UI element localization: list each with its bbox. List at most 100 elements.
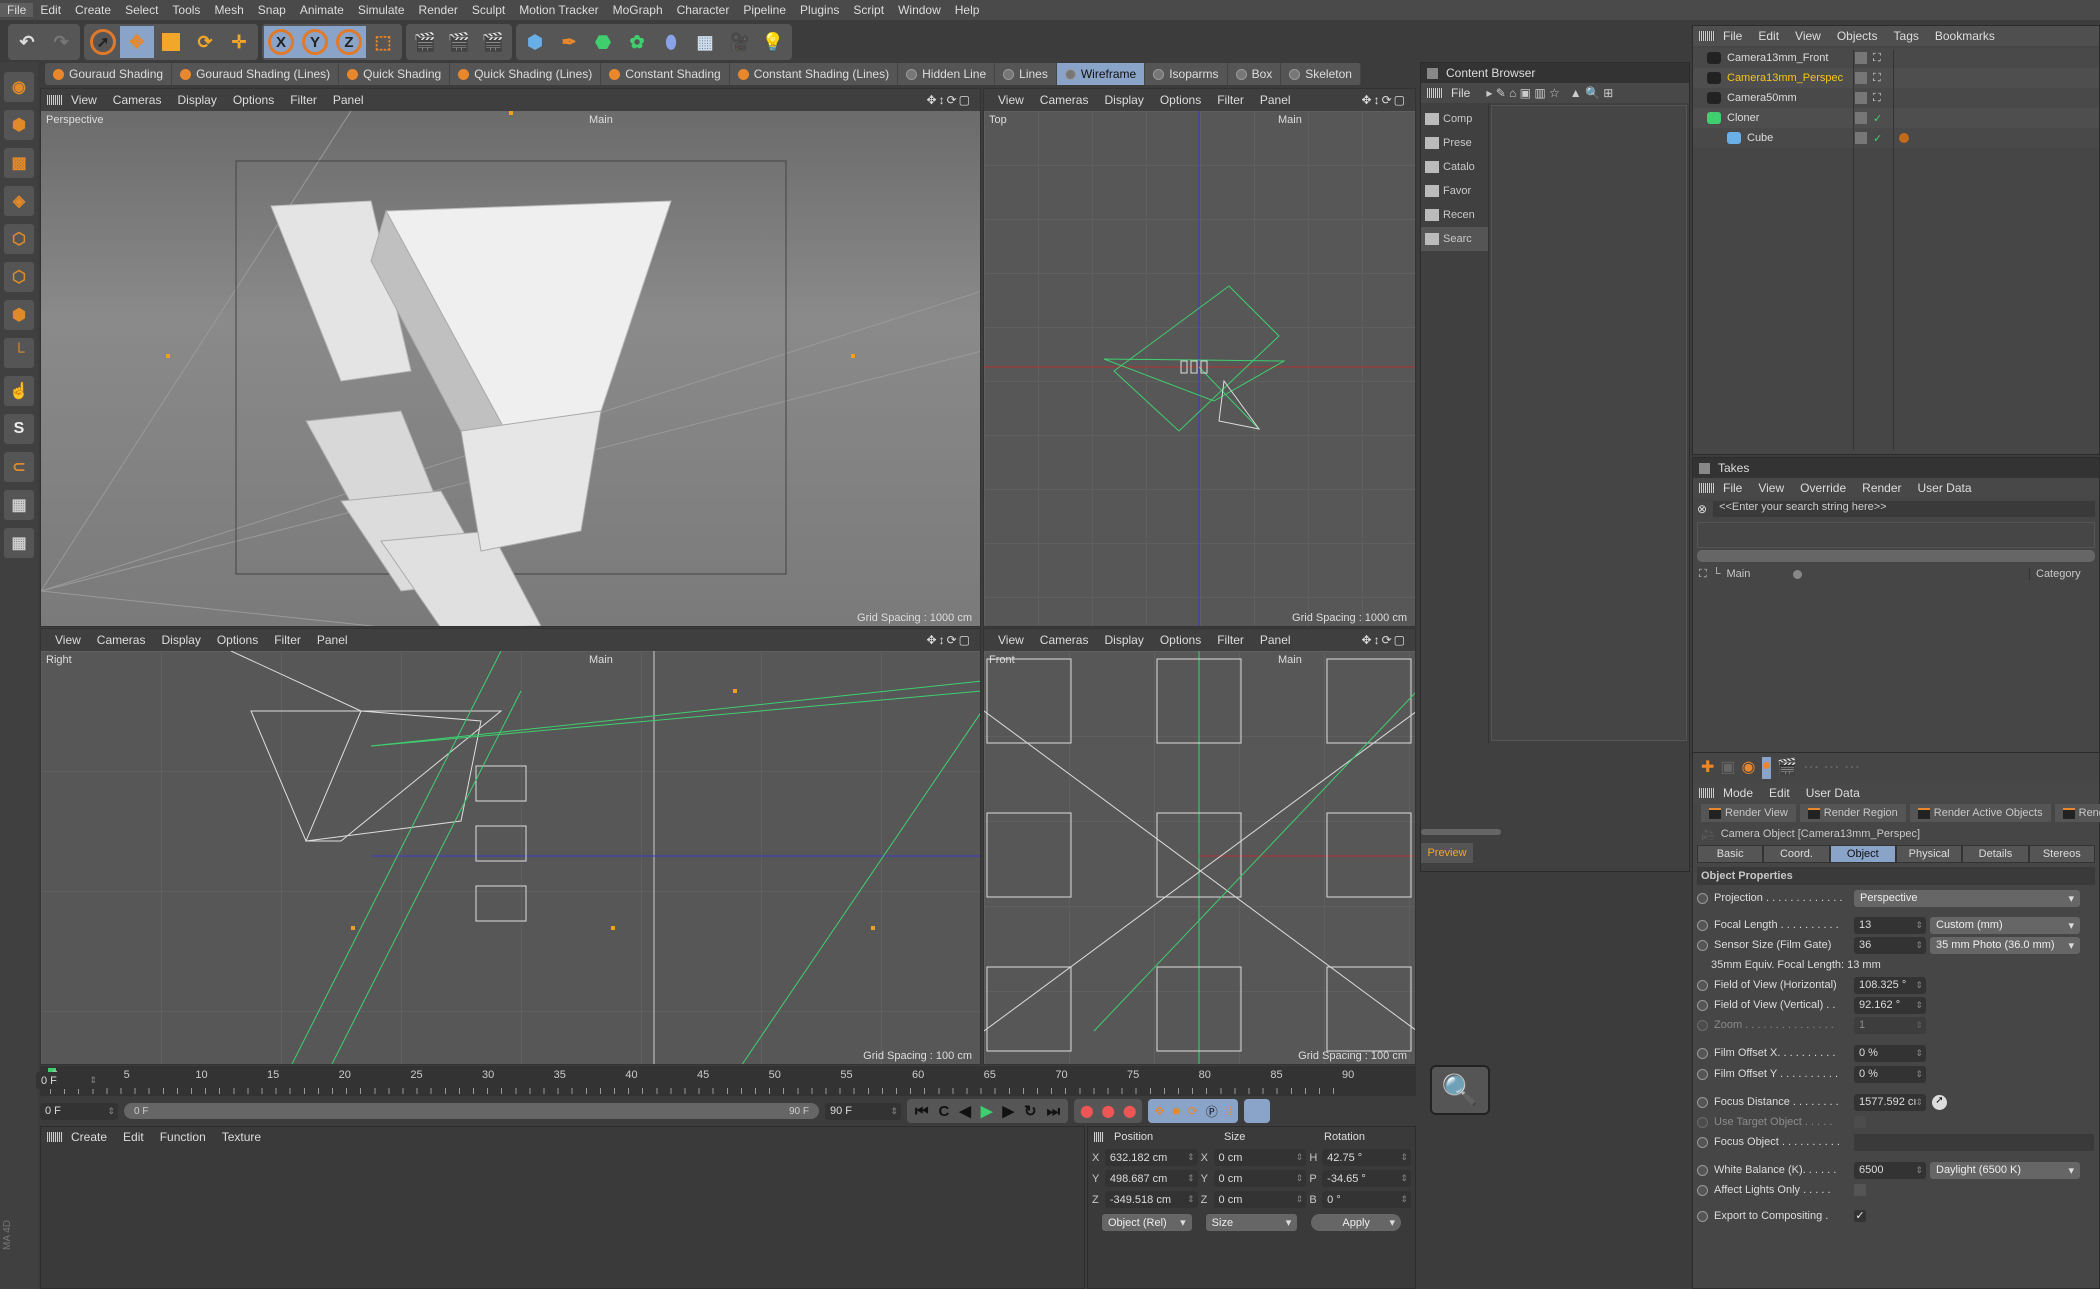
shading-wireframe[interactable]: Wireframe <box>1056 63 1146 85</box>
menu-mograph[interactable]: MoGraph <box>606 3 670 17</box>
undo-icon[interactable]: ↶ <box>10 26 44 58</box>
size-field[interactable]: 0 cm <box>1213 1149 1307 1166</box>
viewport-front[interactable]: View Cameras Display Options Filter Panel ✥↕⟳▢… <box>983 628 1416 1065</box>
fov-vertical-field[interactable]: 92.162 ° <box>1854 996 1926 1014</box>
animate-radio[interactable] <box>1697 1096 1708 1108</box>
render-view-icon[interactable]: 🎬 <box>408 26 442 58</box>
menu-display[interactable]: Display <box>1096 633 1151 647</box>
camera-target-icon[interactable]: ⛶ <box>1873 72 1881 85</box>
keyframe-selection-icon[interactable]: ⬤ <box>1123 1104 1136 1118</box>
browser-item[interactable]: Favor <box>1421 179 1488 203</box>
menu-view[interactable]: View <box>990 633 1032 647</box>
points-mode-icon[interactable]: ⬡ <box>4 224 34 254</box>
film-offset-y-field[interactable]: 0 % <box>1854 1065 1926 1083</box>
render-settings-icon[interactable]: 🎬 <box>476 26 510 58</box>
snap-icon[interactable]: ⊂ <box>4 452 34 482</box>
key-pla-icon[interactable]: ⁞⁞ <box>1226 1104 1233 1118</box>
viewport-nav-icons[interactable]: ✥↕⟳▢ <box>919 633 980 647</box>
focus-distance-field[interactable]: 1577.592 cı <box>1854 1093 1926 1111</box>
takes-menu-view[interactable]: View <box>1750 481 1792 495</box>
take-main[interactable]: Main <box>1727 568 1787 580</box>
fov-horizontal-field[interactable]: 108.325 ° <box>1854 976 1926 994</box>
menu-options[interactable]: Options <box>1152 93 1209 107</box>
shading-quick-shading-lines[interactable]: Quick Shading (Lines) <box>450 63 602 85</box>
polygons-mode-icon[interactable]: ⬢ <box>4 300 34 330</box>
menu-help[interactable]: Help <box>948 3 987 17</box>
workplane-icon[interactable]: ◈ <box>4 186 34 216</box>
tab-object[interactable]: Object <box>1829 845 1896 863</box>
tab-details[interactable]: Details <box>1962 845 2029 863</box>
shading-isoparms[interactable]: Isoparms <box>1145 63 1228 85</box>
menu-file[interactable]: File <box>0 3 34 17</box>
menu-filter[interactable]: Filter <box>266 633 309 647</box>
enabled-check-icon[interactable]: ✓ <box>1873 132 1882 145</box>
object-name[interactable]: Cloner <box>1727 112 1759 124</box>
menu-cameras[interactable]: Cameras <box>105 93 170 107</box>
projection-dropdown[interactable]: Perspective <box>1854 889 2080 907</box>
browser-toolbar-icons[interactable]: ▸ ✎ ⌂ ▣ ▥ ☆ ▲ 🔍 ⊞ <box>1478 86 1621 100</box>
menu-file[interactable]: File <box>1443 86 1478 100</box>
tab-basic[interactable]: Basic <box>1697 845 1764 863</box>
position-field[interactable]: 498.687 cm <box>1104 1170 1198 1187</box>
animate-radio[interactable] <box>1697 939 1708 951</box>
clear-search-icon[interactable]: ⊗ <box>1697 502 1707 516</box>
shading-skeleton[interactable]: Skeleton <box>1281 63 1361 85</box>
camera-target-icon[interactable]: ⛶ <box>1873 92 1881 105</box>
previous-key-icon[interactable]: C <box>939 1103 950 1120</box>
menu-cameras[interactable]: Cameras <box>89 633 154 647</box>
menu-sculpt[interactable]: Sculpt <box>465 3 512 17</box>
menu-select[interactable]: Select <box>118 3 165 17</box>
menu-script[interactable]: Script <box>846 3 891 17</box>
tab-stereos[interactable]: Stereos <box>2028 845 2095 863</box>
apply-button[interactable]: Apply <box>1311 1214 1401 1231</box>
menu-options[interactable]: Options <box>209 633 266 647</box>
film-offset-x-field[interactable]: 0 % <box>1854 1044 1926 1062</box>
animate-radio[interactable] <box>1697 919 1708 931</box>
render-button-rend[interactable]: Rend <box>2054 804 2100 822</box>
layer-edit-icon[interactable] <box>1855 72 1867 84</box>
shading-constant-shading-lines[interactable]: Constant Shading (Lines) <box>730 63 899 85</box>
animate-radio[interactable] <box>1697 892 1708 904</box>
frame-range-slider[interactable]: 0 F 90 F <box>124 1103 819 1119</box>
browser-item[interactable]: Prese <box>1421 131 1488 155</box>
takes-menu-override[interactable]: Override <box>1792 481 1854 495</box>
object-row[interactable]: Cloner ✓ <box>1693 108 2099 128</box>
viewport-perspective[interactable]: View Cameras Display Options Filter Panel ✥↕⟳▢… <box>40 88 981 627</box>
subdivision-surface-icon[interactable]: ⬣ <box>586 26 620 58</box>
viewport-top[interactable]: View Cameras Display Options Filter Panel ✥↕⟳▢… <box>983 88 1416 627</box>
render-button-render-active-objects[interactable]: Render Active Objects <box>1909 804 2051 822</box>
om-menu-tags[interactable]: Tags <box>1886 29 1927 43</box>
render-button-render-region[interactable]: Render Region <box>1799 804 1906 822</box>
redo-icon[interactable]: ↷ <box>44 26 78 58</box>
menu-display[interactable]: Display <box>1096 93 1151 107</box>
menu-display[interactable]: Display <box>153 633 208 647</box>
position-field[interactable]: 632.182 cm <box>1104 1149 1198 1166</box>
render-tag-icon[interactable]: 🎬 <box>1777 757 1797 779</box>
browser-item[interactable]: Comp <box>1421 107 1488 131</box>
menu-options[interactable]: Options <box>225 93 282 107</box>
menu-view[interactable]: View <box>990 93 1032 107</box>
make-editable-icon[interactable]: ◉ <box>4 72 34 102</box>
animate-radio[interactable] <box>1697 1047 1708 1059</box>
white-balance-preset[interactable]: Daylight (6500 K) <box>1930 1161 2080 1179</box>
menu-cameras[interactable]: Cameras <box>1032 633 1097 647</box>
size-field[interactable]: 0 cm <box>1213 1170 1307 1187</box>
browser-scrollbar[interactable] <box>1421 829 1501 835</box>
live-selection-icon[interactable]: ➚ <box>86 26 120 58</box>
size-mode-dropdown[interactable]: Size <box>1205 1214 1298 1231</box>
deformer-icon[interactable]: ⬮ <box>654 26 688 58</box>
shading-hidden-line[interactable]: Hidden Line <box>898 63 996 85</box>
layer-edit-icon[interactable] <box>1855 52 1867 64</box>
menu-render[interactable]: Render <box>412 3 465 17</box>
next-key-icon[interactable]: ↻ <box>1024 1102 1037 1120</box>
menu-display[interactable]: Display <box>169 93 224 107</box>
record-key-icon[interactable]: ⬤ <box>1080 1104 1093 1118</box>
animate-radio[interactable] <box>1697 979 1708 991</box>
rotate-tool-icon[interactable]: ⟳ <box>188 26 222 58</box>
layer-edit-icon[interactable] <box>1855 112 1867 124</box>
camera-label[interactable]: Main <box>1278 654 1302 666</box>
category-column[interactable]: Category <box>2029 568 2099 580</box>
key-scale-icon[interactable]: ■ <box>1172 1104 1179 1118</box>
menu-mesh[interactable]: Mesh <box>207 3 250 17</box>
browser-item[interactable]: Catalo <box>1421 155 1488 179</box>
